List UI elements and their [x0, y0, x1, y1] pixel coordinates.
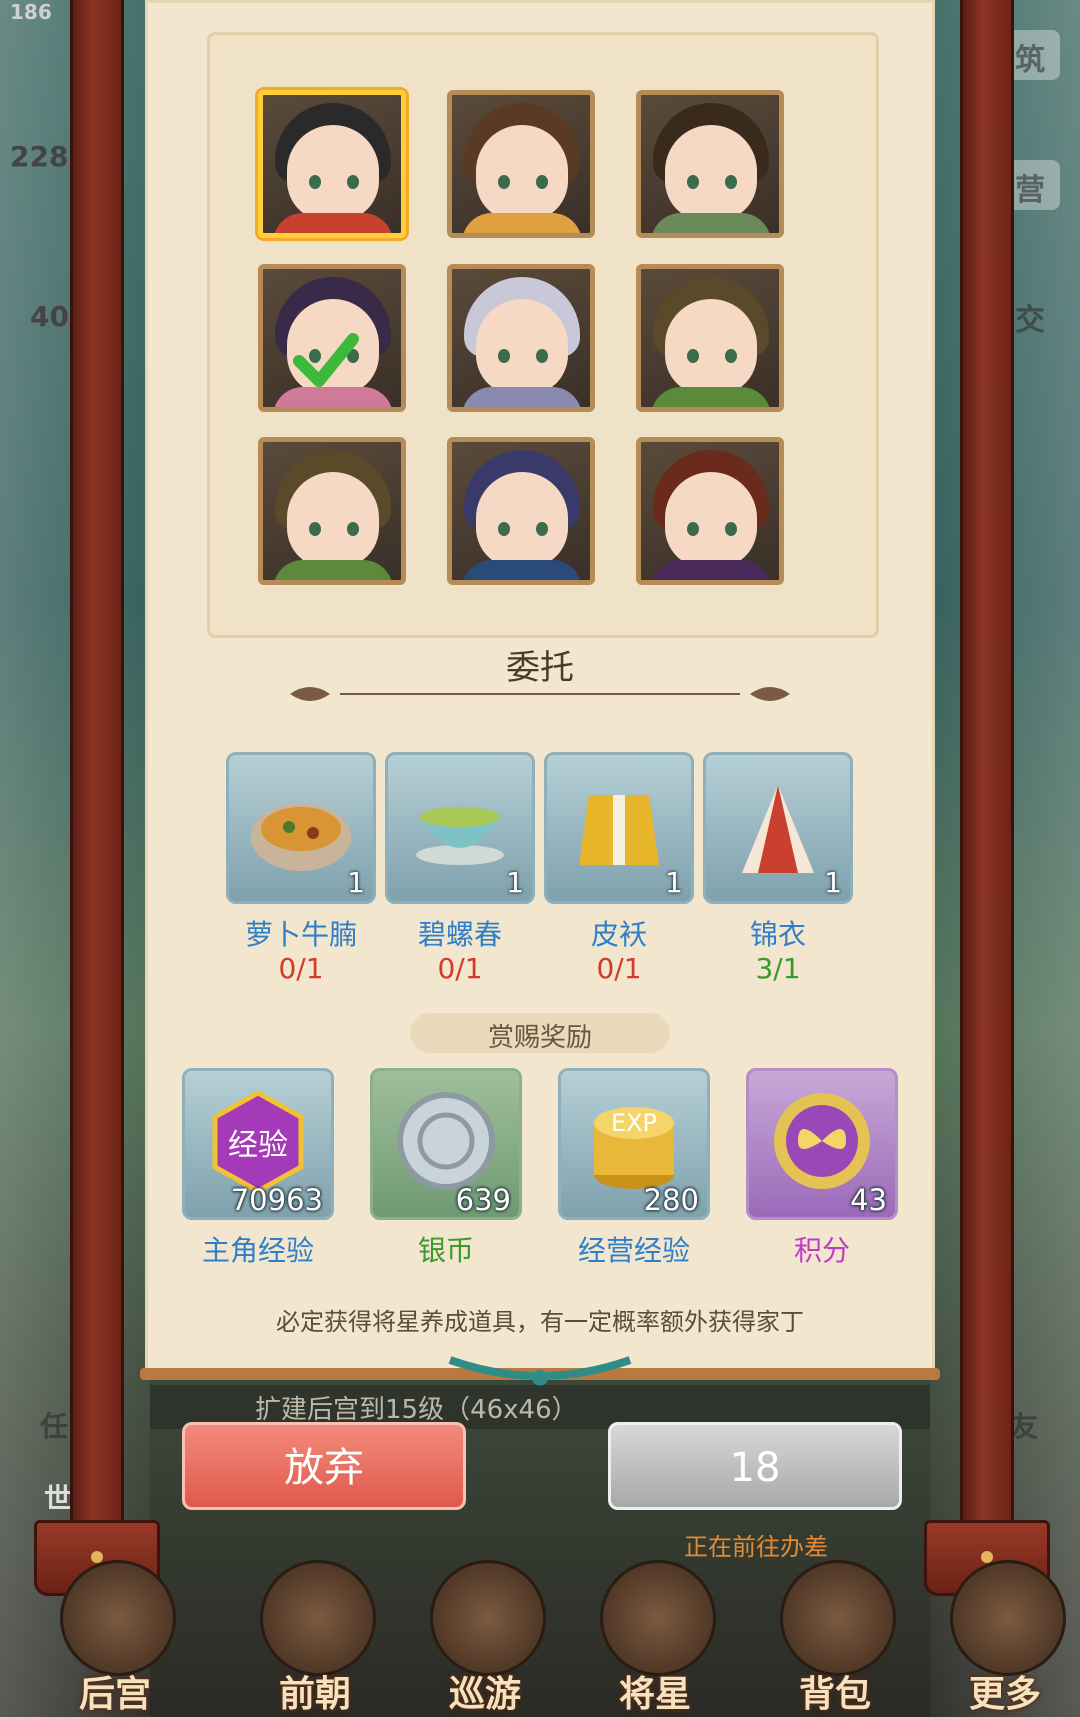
item-progress: 0/1	[278, 952, 324, 985]
hero-3[interactable]	[636, 90, 784, 238]
reward-name: 银币	[417, 1234, 474, 1267]
nav-tour[interactable]: 巡游	[415, 1665, 555, 1717]
bg-label-quest: 任	[40, 1410, 69, 1443]
item-progress: 3/1	[755, 952, 801, 985]
reward-amount: 43	[850, 1183, 887, 1217]
item-progress: 0/1	[596, 952, 642, 985]
status-text: 正在前往办差	[684, 1533, 828, 1561]
bag-nav-icon[interactable]	[780, 1560, 896, 1676]
tour-nav-icon[interactable]	[430, 1560, 546, 1676]
exp-badge-text: 经验	[228, 1128, 288, 1163]
exp-coin-text: EXP	[611, 1109, 657, 1137]
nav-court[interactable]: 前朝	[245, 1665, 385, 1717]
nav-generals[interactable]: 将星	[585, 1665, 725, 1717]
task-item-tea[interactable]: 1	[385, 752, 535, 904]
task-item-stew[interactable]: 1	[226, 752, 376, 904]
reward-points[interactable]: 43	[746, 1068, 898, 1220]
item-name: 皮袄	[590, 918, 647, 951]
nav-more[interactable]: 更多	[935, 1665, 1075, 1717]
harem-nav-icon[interactable]	[60, 1560, 176, 1676]
reward-silver[interactable]: 639	[370, 1068, 522, 1220]
reward-name: 主角经验	[201, 1234, 314, 1267]
bg-label-world: 世	[44, 1482, 73, 1515]
task-item-jacket[interactable]: 1	[544, 752, 694, 904]
item-progress: 0/1	[437, 952, 483, 985]
bg-label-friend: 友	[1010, 1410, 1039, 1443]
item-name: 萝卜牛腩	[244, 918, 357, 951]
bg-label-operate: 营	[1015, 173, 1045, 208]
court-nav-icon[interactable]	[260, 1560, 376, 1676]
reward-hero-exp[interactable]: 经验 70963	[182, 1068, 334, 1220]
more-nav-icon[interactable]	[950, 1560, 1066, 1676]
reward-business-exp[interactable]: EXP 280	[558, 1068, 710, 1220]
item-count: 1	[824, 866, 842, 899]
reward-section-title: 赏赐奖励	[487, 1023, 592, 1053]
quest-banner-text: 扩建后宫到15级（46x46）	[255, 1395, 578, 1425]
item-count: 1	[506, 866, 524, 899]
generals-nav-icon[interactable]	[600, 1560, 716, 1676]
hero-9[interactable]	[636, 437, 784, 585]
item-name: 锦衣	[749, 918, 806, 951]
nav-harem[interactable]: 后宫	[45, 1665, 185, 1717]
bg-level-number: 186	[10, 0, 52, 24]
hero-8[interactable]	[447, 437, 595, 585]
hero-4[interactable]	[258, 264, 406, 412]
bg-label-social: 交	[1015, 303, 1045, 338]
item-count: 1	[347, 866, 365, 899]
hero-5[interactable]	[447, 264, 595, 412]
checkmark-icon	[293, 333, 359, 387]
reward-amount: 280	[643, 1183, 699, 1217]
title-divider-ornament	[290, 687, 790, 701]
bg-number-2: 40	[30, 300, 69, 333]
nav-bag[interactable]: 背包	[765, 1665, 905, 1717]
item-count: 1	[665, 866, 683, 899]
reward-name: 积分	[793, 1234, 850, 1267]
item-name: 碧螺春	[417, 918, 502, 951]
countdown-button[interactable]: 18	[608, 1422, 902, 1510]
bg-label-build: 筑	[1015, 43, 1045, 78]
reward-amount: 70963	[230, 1183, 323, 1217]
reward-amount: 639	[455, 1183, 511, 1217]
hero-7[interactable]	[258, 437, 406, 585]
reward-notice: 必定获得将星养成道具，有一定概率额外获得家丁	[276, 1308, 804, 1336]
bg-number-1: 228	[10, 140, 69, 173]
abandon-button[interactable]: 放弃	[182, 1422, 466, 1510]
task-item-robe[interactable]: 1	[703, 752, 853, 904]
reward-name: 经营经验	[577, 1234, 690, 1267]
scroll-pole-right	[960, 0, 1014, 1540]
scroll-pole-left	[70, 0, 124, 1540]
hero-6[interactable]	[636, 264, 784, 412]
hero-2[interactable]	[447, 90, 595, 238]
hero-1[interactable]	[258, 90, 406, 238]
